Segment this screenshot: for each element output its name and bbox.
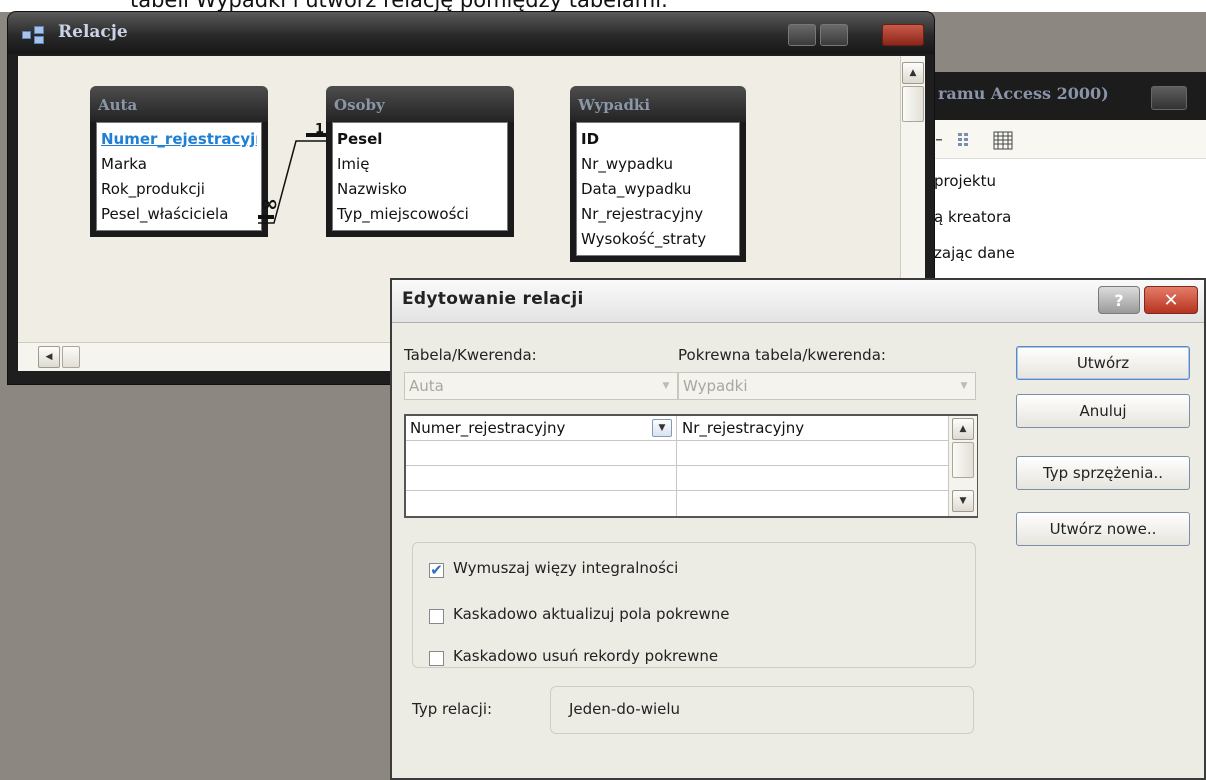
table-auta-fields: Numer_rejestracyjny Marka Rok_produkcji … — [96, 122, 262, 231]
cascade-delete-label[interactable]: Kaskadowo usuń rekordy pokrewne — [453, 647, 718, 665]
field-nr-wypadku[interactable]: Nr_wypadku — [581, 152, 735, 177]
task-pane-item-1[interactable]: projektu — [934, 172, 996, 190]
caption-strip: tabeli Wypadki i utwórz relację pomiędzy… — [0, 0, 1206, 12]
field-rok-produkcji[interactable]: Rok_produkcji — [101, 177, 257, 202]
create-new-button[interactable]: Utwórz nowe.. — [1016, 512, 1190, 546]
grid-scroll-down-arrow-icon[interactable]: ▼ — [952, 490, 974, 512]
field-imie[interactable]: Imię — [337, 152, 503, 177]
chevron-down-icon: ▼ — [662, 381, 670, 391]
table-wypadki[interactable]: Wypadki ID Nr_wypadku Data_wypadku Nr_re… — [570, 86, 746, 262]
enforce-integrity-checkbox[interactable]: ✔ — [429, 563, 444, 578]
field-id[interactable]: ID — [581, 127, 735, 152]
create-button[interactable]: Utwórz — [1016, 346, 1190, 380]
task-pane-minimize-button[interactable] — [1151, 86, 1187, 110]
grid-scrollbar[interactable]: ▲ ▼ — [948, 416, 977, 516]
relationships-app-icon — [22, 26, 48, 44]
window-close-button[interactable] — [882, 24, 924, 46]
field-pesel[interactable]: Pesel — [337, 127, 503, 152]
table-auta-title[interactable]: Auta — [90, 86, 268, 122]
horizontal-scroll-thumb[interactable] — [62, 346, 80, 368]
table-auta[interactable]: Auta Numer_rejestracyjny Marka Rok_produ… — [90, 86, 268, 237]
table-osoby[interactable]: Osoby Pesel Imię Nazwisko Typ_miejscowoś… — [326, 86, 514, 237]
cancel-button[interactable]: Anuluj — [1016, 394, 1190, 428]
join-type-button[interactable]: Typ sprzężenia.. — [1016, 456, 1190, 490]
maximize-button[interactable] — [820, 24, 848, 46]
field-nr-rejestracyjny[interactable]: Nr_rejestracyjny — [581, 202, 735, 227]
table-osoby-fields: Pesel Imię Nazwisko Typ_miejscowości — [332, 122, 508, 231]
task-pane-item-2[interactable]: ą kreatora — [934, 208, 1011, 226]
dialog-close-button[interactable]: ✕ — [1144, 286, 1198, 314]
view-icons[interactable] — [934, 130, 1054, 152]
table-wypadki-title[interactable]: Wypadki — [570, 86, 746, 122]
relation-type-value: Jeden-do-wielu — [569, 700, 681, 718]
field-mapping-grid[interactable]: Numer_rejestracyjny ▼ Nr_rejestracyjny ▲… — [404, 414, 978, 518]
table-query-select[interactable]: Auta ▼ — [404, 372, 678, 400]
field-marka[interactable]: Marka — [101, 152, 257, 177]
scroll-up-arrow-icon[interactable]: ▲ — [902, 62, 924, 84]
relation-type-box: Jeden-do-wielu — [550, 686, 974, 734]
task-pane-toolbar — [934, 120, 1206, 159]
enforce-integrity-label[interactable]: Wymuszaj więzy integralności — [453, 559, 678, 577]
edit-relationship-dialog: Edytowanie relacji ? ✕ Tabela/Kwerenda: … — [390, 278, 1206, 780]
field-data-wypadku[interactable]: Data_wypadku — [581, 177, 735, 202]
help-button[interactable]: ? — [1098, 286, 1140, 314]
relation-type-label: Typ relacji: — [412, 700, 493, 718]
relationship-one-label: 1 — [315, 122, 325, 137]
chevron-down-icon[interactable]: ▼ — [652, 419, 672, 437]
relations-window-title: Relacje — [58, 22, 128, 42]
cascade-update-checkbox[interactable] — [429, 609, 444, 624]
dialog-title: Edytowanie relacji — [402, 289, 584, 309]
field-numer-rejestracyjny[interactable]: Numer_rejestracyjny — [101, 127, 257, 152]
related-table-value: Wypadki — [683, 377, 748, 395]
relationship-many-label: ∞ — [260, 192, 279, 217]
grid-scroll-up-arrow-icon[interactable]: ▲ — [952, 418, 974, 440]
grid-field-cell[interactable]: Numer_rejestracyjny — [410, 419, 565, 437]
table-wypadki-fields: ID Nr_wypadku Data_wypadku Nr_rejestracy… — [576, 122, 740, 256]
table-query-value: Auta — [409, 377, 444, 395]
field-typ-miejscowosci[interactable]: Typ_miejscowości — [337, 202, 503, 227]
related-table-select[interactable]: Wypadki ▼ — [678, 372, 976, 400]
task-pane-item-3[interactable]: zając dane — [934, 244, 1015, 262]
integrity-options-group: ✔ Wymuszaj więzy integralności Kaskadowo… — [412, 542, 976, 668]
vertical-scroll-thumb[interactable] — [902, 86, 924, 122]
field-pesel-wlasciciela[interactable]: Pesel_właściciela — [101, 202, 257, 227]
relations-title-bar[interactable]: Relacje — [8, 12, 934, 54]
related-table-label: Pokrewna tabela/kwerenda: — [678, 346, 886, 364]
scroll-left-arrow-icon[interactable]: ◀ — [38, 346, 60, 368]
grid-scroll-thumb[interactable] — [952, 442, 974, 478]
table-osoby-title[interactable]: Osoby — [326, 86, 514, 122]
grid-related-cell[interactable]: Nr_rejestracyjny — [682, 419, 804, 437]
cascade-update-label[interactable]: Kaskadowo aktualizuj pola pokrewne — [453, 605, 730, 623]
chevron-down-icon: ▼ — [960, 381, 968, 391]
caption-text: tabeli Wypadki i utwórz relację pomiędzy… — [130, 0, 668, 12]
table-query-label: Tabela/Kwerenda: — [404, 346, 537, 364]
task-pane-title: ramu Access 2000) — [938, 84, 1109, 103]
field-nazwisko[interactable]: Nazwisko — [337, 177, 503, 202]
dialog-title-bar[interactable]: Edytowanie relacji ? ✕ — [392, 280, 1204, 323]
minimize-button[interactable] — [788, 24, 816, 46]
field-wysokosc-straty[interactable]: Wysokość_straty — [581, 227, 735, 252]
cascade-delete-checkbox[interactable] — [429, 651, 444, 666]
